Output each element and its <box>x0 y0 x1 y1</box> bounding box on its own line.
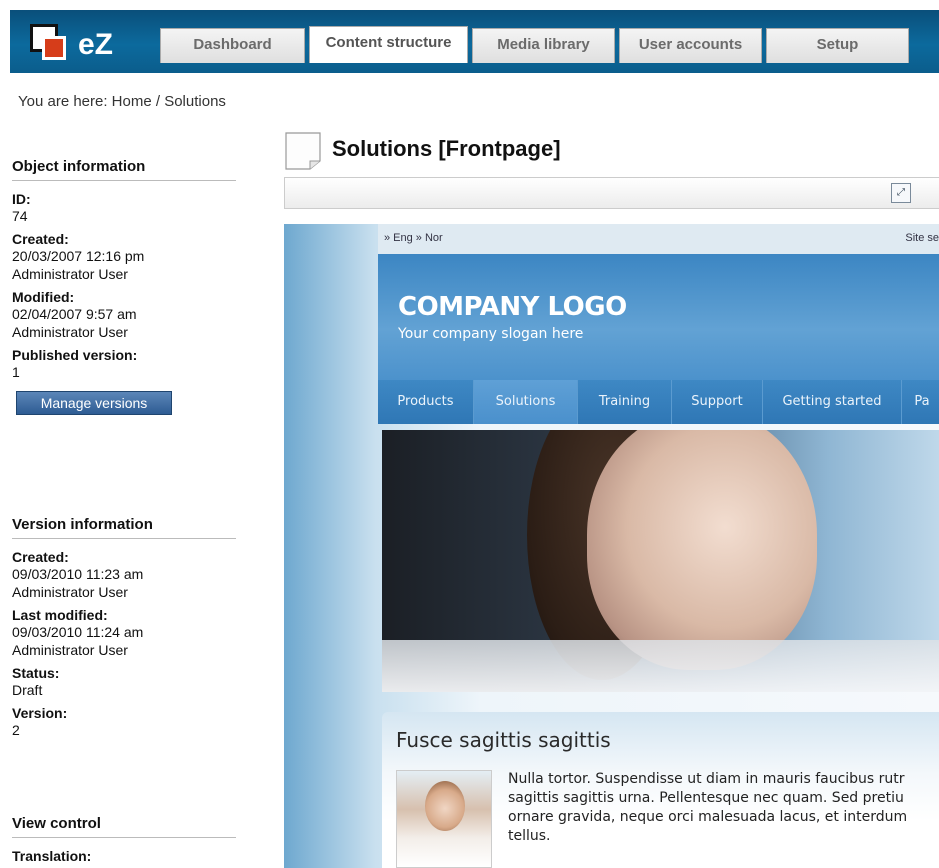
modified-label: Modified: <box>12 289 75 305</box>
site-search-label[interactable]: Site se <box>905 232 939 244</box>
nav-item-pa[interactable]: Pa <box>902 380 939 424</box>
published-version-label: Published version: <box>12 347 138 363</box>
article-title[interactable]: Fusce sagittis sagittis <box>396 728 611 752</box>
version-value: 2 <box>12 722 20 738</box>
last-modified-date: 09/03/2010 11:24 am <box>12 624 144 640</box>
version-created-label: Created: <box>12 549 69 565</box>
translation-label: Translation: <box>12 848 92 864</box>
version-created-date: 09/03/2010 11:23 am <box>12 566 144 582</box>
site-header: COMPANY LOGO Your company slogan here <box>378 254 939 380</box>
nav-item-support[interactable]: Support <box>672 380 763 424</box>
version-created-user: Administrator User <box>12 584 128 600</box>
site-nav: Products Solutions Training Support Gett… <box>378 380 939 424</box>
page-title: Solutions [Frontpage] <box>332 136 561 161</box>
tab-content-structure[interactable]: Content structure <box>309 26 468 63</box>
modified-user: Administrator User <box>12 324 128 340</box>
language-links[interactable]: » Eng » Nor <box>384 232 443 244</box>
status-value: Draft <box>12 682 43 698</box>
view-control-title: View control <box>12 815 236 838</box>
article-thumbnail[interactable] <box>396 770 492 868</box>
breadcrumb: You are here: Home / Solutions <box>18 93 226 110</box>
page-icon <box>284 131 322 171</box>
created-date: 20/03/2007 12:16 pm <box>12 248 145 264</box>
created-user: Administrator User <box>12 266 128 282</box>
created-label: Created: <box>12 231 69 247</box>
language-bar: » Eng » Nor Site se <box>378 224 939 254</box>
version-information-panel: Version information Created: 09/03/2010 … <box>12 516 236 739</box>
last-modified-user: Administrator User <box>12 642 128 658</box>
logo-text: eZ <box>78 28 114 61</box>
view-control-panel: View control Translation: <box>12 815 236 864</box>
nav-item-training[interactable]: Training <box>578 380 672 424</box>
id-label: ID: <box>12 191 31 207</box>
tab-media-library[interactable]: Media library <box>472 28 615 63</box>
company-logo-text[interactable]: COMPANY LOGO <box>398 292 627 322</box>
modified-date: 02/04/2007 9:57 am <box>12 306 137 322</box>
version-label: Version: <box>12 705 68 721</box>
nav-item-getting-started[interactable]: Getting started <box>763 380 902 424</box>
thumbnail-person <box>425 781 465 831</box>
tab-dashboard[interactable]: Dashboard <box>160 28 305 63</box>
hero-image <box>382 430 939 692</box>
nav-item-products[interactable]: Products <box>378 380 474 424</box>
last-modified-label: Last modified: <box>12 607 108 623</box>
company-slogan: Your company slogan here <box>398 326 584 342</box>
status-label: Status: <box>12 665 60 681</box>
logo-red-square-icon <box>42 36 66 60</box>
id-value: 74 <box>12 208 28 224</box>
version-information-title: Version information <box>12 516 236 539</box>
published-version-value: 1 <box>12 364 20 380</box>
fullscreen-icon[interactable]: ⤢ <box>891 183 911 203</box>
tab-setup[interactable]: Setup <box>766 28 909 63</box>
manage-versions-button[interactable]: Manage versions <box>16 391 172 415</box>
article-block: Fusce sagittis sagittis Nulla tortor. Su… <box>382 712 939 868</box>
tab-user-accounts[interactable]: User accounts <box>619 28 762 63</box>
hero-band <box>382 640 939 692</box>
ez-logo[interactable]: eZ <box>30 24 150 68</box>
object-information-title: Object information <box>12 158 236 181</box>
site-preview: » Eng » Nor Site se COMPANY LOGO Your co… <box>284 224 939 868</box>
preview-toolbar <box>284 177 939 209</box>
article-text: Nulla tortor. Suspendisse ut diam in mau… <box>508 771 908 844</box>
nav-item-solutions[interactable]: Solutions <box>474 380 578 424</box>
hero-face <box>587 430 817 670</box>
object-information-panel: Object information ID: 74 Created: 20/03… <box>12 158 236 415</box>
